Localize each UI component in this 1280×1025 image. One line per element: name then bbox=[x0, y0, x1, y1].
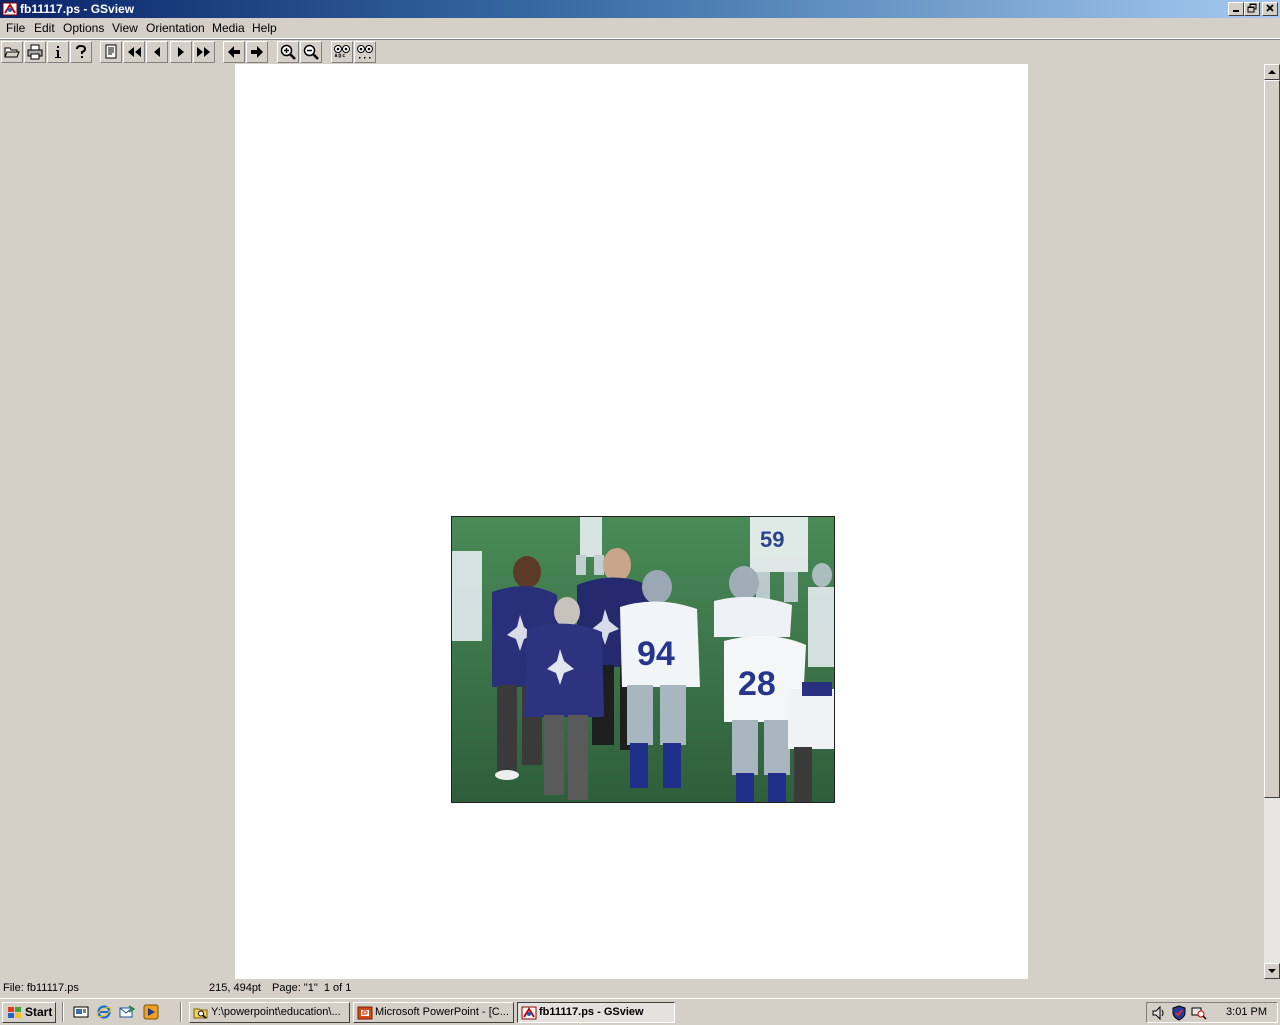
text-search-icon bbox=[334, 45, 350, 58]
print-button[interactable] bbox=[24, 41, 46, 63]
last-page-icon bbox=[197, 47, 210, 57]
vertical-scrollbar[interactable] bbox=[1264, 64, 1280, 979]
info-icon bbox=[55, 46, 61, 58]
restore-icon bbox=[1247, 3, 1257, 13]
gsview-icon[interactable] bbox=[2, 1, 18, 17]
gsview-icon bbox=[521, 1006, 537, 1020]
next-page-icon bbox=[178, 47, 184, 57]
windows-flag-icon bbox=[8, 1007, 21, 1018]
start-label: Start bbox=[25, 1005, 53, 1019]
status-file: File: fb11117.ps bbox=[3, 982, 79, 994]
previous-page-icon bbox=[154, 47, 160, 57]
scroll-down-icon bbox=[1268, 969, 1276, 973]
previous-page-button[interactable] bbox=[146, 41, 168, 63]
status-bar: File: fb11117.ps 215, 494pt Page: "1" 1 … bbox=[0, 979, 1280, 998]
task-label: fb11117.ps - GSview bbox=[539, 1006, 644, 1018]
last-page-button[interactable] bbox=[193, 41, 215, 63]
search-next-button[interactable] bbox=[354, 41, 376, 63]
task-button-explorer[interactable]: Y:\powerpoint\education\... bbox=[189, 1002, 350, 1023]
goto-page-button[interactable] bbox=[100, 41, 122, 63]
menu-help[interactable]: Help bbox=[252, 21, 277, 35]
next-page-button[interactable] bbox=[170, 41, 192, 63]
menu-media[interactable]: Media bbox=[212, 21, 245, 35]
restore-button[interactable] bbox=[1244, 2, 1260, 16]
scroll-thumb[interactable] bbox=[1264, 80, 1280, 798]
help-button[interactable] bbox=[70, 41, 92, 63]
menu-bar: File Edit Options View Orientation Media… bbox=[0, 18, 1280, 39]
close-icon bbox=[1266, 4, 1274, 12]
document-viewport[interactable]: 59 94 28 bbox=[0, 64, 1264, 979]
scroll-up-icon bbox=[1268, 70, 1276, 74]
postscript-page: 59 94 28 bbox=[235, 64, 1028, 979]
first-page-button[interactable] bbox=[123, 41, 145, 63]
taskbar-separator bbox=[180, 1002, 182, 1022]
zoom-in-icon bbox=[280, 44, 296, 60]
task-label: Microsoft PowerPoint - [C... bbox=[375, 1006, 509, 1018]
menu-view[interactable]: View bbox=[112, 21, 138, 35]
minimize-icon bbox=[1233, 10, 1239, 12]
back-button[interactable] bbox=[223, 41, 245, 63]
football-players-and-coaches-photo: 59 94 28 bbox=[451, 516, 835, 803]
security-shield-icon[interactable] bbox=[1171, 1005, 1187, 1021]
print-icon bbox=[27, 44, 43, 60]
menu-file[interactable]: File bbox=[6, 21, 25, 35]
goto-page-icon bbox=[105, 44, 117, 59]
task-button-gsview[interactable]: fb11117.ps - GSview bbox=[517, 1002, 675, 1023]
status-coords: 215, 494pt bbox=[209, 982, 261, 994]
scroll-up-button[interactable] bbox=[1264, 64, 1280, 80]
outlook-express-icon[interactable] bbox=[119, 1004, 135, 1020]
svg-text:59: 59 bbox=[760, 527, 784, 552]
search-next-icon bbox=[357, 45, 373, 59]
menu-orientation[interactable]: Orientation bbox=[146, 21, 205, 35]
taskbar-separator bbox=[62, 1002, 64, 1022]
jersey-number-94: 94 bbox=[637, 635, 675, 673]
task-label: Y:\powerpoint\education\... bbox=[211, 1006, 341, 1018]
taskbar: Start Y:\powerpoint\education\... Micros… bbox=[0, 998, 1280, 1025]
menu-edit[interactable]: Edit bbox=[34, 21, 55, 35]
zoom-out-button[interactable] bbox=[300, 41, 322, 63]
task-button-powerpoint[interactable]: Microsoft PowerPoint - [C... bbox=[353, 1002, 514, 1023]
info-button[interactable] bbox=[47, 41, 69, 63]
open-file-button[interactable] bbox=[1, 41, 23, 63]
window-title: fb11117.ps - GSview bbox=[20, 2, 135, 16]
first-page-icon bbox=[128, 47, 141, 57]
scroll-down-button[interactable] bbox=[1264, 963, 1280, 979]
title-bar: fb11117.ps - GSview bbox=[0, 0, 1280, 18]
status-page: Page: "1" 1 of 1 bbox=[272, 982, 352, 994]
powerpoint-icon bbox=[357, 1006, 373, 1020]
volume-icon[interactable] bbox=[1151, 1005, 1167, 1021]
internet-explorer-icon[interactable] bbox=[96, 1004, 112, 1020]
open-file-icon bbox=[4, 47, 20, 58]
back-icon bbox=[228, 46, 240, 58]
close-button[interactable] bbox=[1262, 2, 1278, 16]
zoom-out-icon bbox=[303, 44, 319, 60]
zoom-in-button[interactable] bbox=[277, 41, 299, 63]
network-search-icon[interactable] bbox=[1191, 1005, 1207, 1021]
forward-icon bbox=[251, 46, 263, 58]
text-search-button[interactable] bbox=[331, 41, 353, 63]
forward-button[interactable] bbox=[246, 41, 268, 63]
show-desktop-icon[interactable] bbox=[73, 1004, 89, 1020]
media-player-icon[interactable] bbox=[143, 1004, 159, 1020]
help-icon bbox=[76, 44, 87, 58]
start-button[interactable]: Start bbox=[2, 1002, 56, 1023]
toolbar bbox=[0, 39, 1280, 65]
minimize-button[interactable] bbox=[1228, 2, 1244, 16]
jersey-number-28: 28 bbox=[738, 665, 776, 703]
system-tray: 3:01 PM bbox=[1146, 1002, 1278, 1023]
folder-search-icon bbox=[193, 1008, 208, 1019]
menu-options[interactable]: Options bbox=[63, 21, 104, 35]
clock: 3:01 PM bbox=[1226, 1006, 1267, 1018]
